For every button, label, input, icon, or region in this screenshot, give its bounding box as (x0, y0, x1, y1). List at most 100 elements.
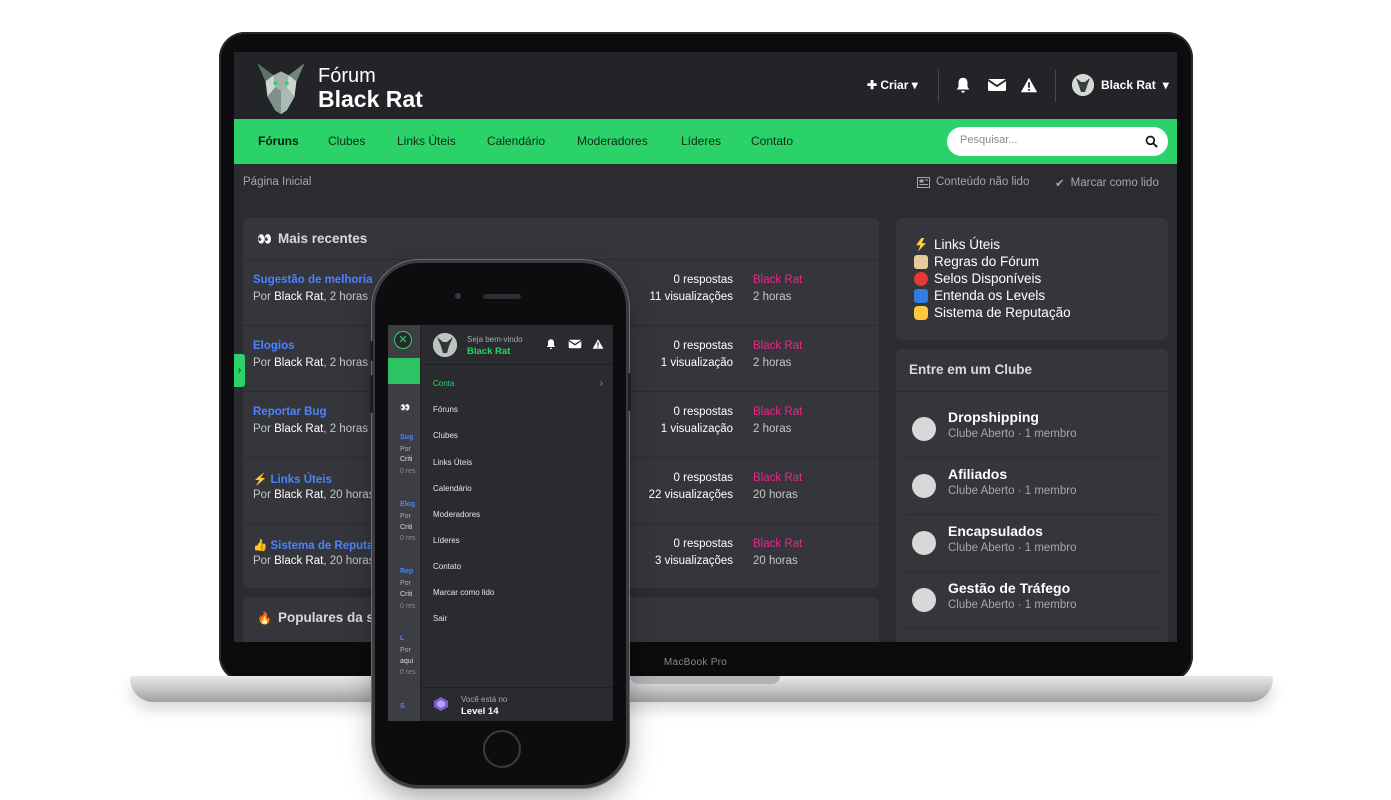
scroll-icon (914, 254, 928, 269)
background-fragment: 0 res (400, 669, 416, 676)
club-item[interactable]: Afiliados Clube Aberto · 1 membro (906, 458, 1158, 515)
breadcrumb[interactable]: Página Inicial (243, 176, 311, 188)
thumbs-up-icon (914, 305, 928, 320)
no-entry-icon (914, 271, 928, 286)
drawer-item-marcar-lido[interactable]: Marcar como lido (433, 588, 494, 597)
unread-content-link[interactable]: Conteúdo não lido (917, 176, 1029, 188)
sidebar-link[interactable]: Regras do Fórum (914, 253, 1168, 270)
bell-icon[interactable] (545, 338, 557, 350)
search-input[interactable] (960, 134, 1130, 146)
last-post-time: 2 horas (753, 357, 792, 369)
fire-icon: 🔥 (257, 610, 272, 625)
sidebar-link[interactable]: Entenda os Levels (914, 287, 1168, 304)
warning-icon[interactable] (592, 338, 604, 350)
newspaper-icon (917, 176, 930, 188)
topic-title[interactable]: Elogios (253, 340, 295, 352)
last-poster[interactable]: Black Rat (753, 472, 802, 484)
close-icon[interactable]: ✕ (394, 331, 412, 349)
nav-item-clubes[interactable]: Clubes (328, 134, 365, 148)
last-poster[interactable]: Black Rat (753, 274, 802, 286)
caret-down-icon: ▾ (1162, 78, 1169, 92)
topic-author: Black Rat (274, 489, 324, 501)
sidebar-link[interactable]: Selos Disponíveis (914, 270, 1168, 287)
nav-item-foruns[interactable]: Fóruns (258, 134, 299, 148)
club-name[interactable]: Afiliados (948, 466, 1007, 482)
user-menu[interactable]: Black Rat ▾ (1072, 74, 1169, 96)
club-name[interactable]: Gestão de Tráfego (948, 580, 1070, 596)
topic-title[interactable]: Sugestão de melhoria (253, 274, 373, 286)
club-desc: Clube Aberto · 1 membro (948, 428, 1077, 440)
nav-item-moderadores[interactable]: Moderadores (577, 134, 648, 148)
drawer-item-moderadores[interactable]: Moderadores (433, 510, 480, 519)
envelope-icon[interactable] (987, 76, 1007, 94)
drawer-item-lideres[interactable]: Líderes (433, 536, 460, 545)
laptop-brand-label: MacBook Pro (663, 657, 728, 668)
last-post-time: 20 horas (753, 555, 798, 567)
mark-read-link[interactable]: ✔ Marcar como lido (1055, 176, 1159, 190)
topic-author: Black Rat (274, 357, 324, 369)
club-item[interactable]: Gestão de Tráfego Clube Aberto · 1 membr… (906, 572, 1158, 629)
username: Black Rat (1101, 78, 1156, 92)
recent-title: Mais recentes (277, 231, 368, 246)
topic-author: Black Rat (274, 423, 324, 435)
site-logo[interactable]: Fórum Black Rat (318, 66, 423, 111)
phone-speaker (483, 294, 521, 299)
level-prefix: Você está no (461, 695, 508, 704)
sidebar-link[interactable]: Links Úteis (914, 236, 1168, 253)
topic-title[interactable]: ⚡ Links Úteis (253, 472, 332, 486)
drawer-item-calendario[interactable]: Calendário (433, 484, 472, 493)
side-toggle-button[interactable]: › (234, 354, 245, 387)
drawer-header: Seja bem-vindo Black Rat (421, 325, 613, 365)
drawer-item-contato[interactable]: Contato (433, 562, 461, 571)
topic-title[interactable]: Reportar Bug (253, 406, 326, 418)
drawer-item-foruns[interactable]: Fóruns (433, 405, 458, 414)
last-poster[interactable]: Black Rat (753, 538, 802, 550)
background-fragment: Criti (400, 456, 413, 463)
last-poster[interactable]: Black Rat (753, 340, 802, 352)
last-poster[interactable]: Black Rat (753, 406, 802, 418)
drawer-item-sair[interactable]: Sair (433, 614, 447, 623)
club-item[interactable]: Dropshipping Clube Aberto · 1 membro (906, 401, 1158, 458)
club-avatar (912, 588, 936, 612)
popular-title: Populares da s (277, 610, 374, 625)
background-fragment: 0 res (400, 468, 416, 475)
drawer-item-conta[interactable]: Conta (433, 379, 454, 388)
envelope-icon[interactable] (568, 338, 582, 350)
club-name[interactable]: Encapsulados (948, 523, 1043, 539)
home-button[interactable] (483, 730, 521, 768)
create-button[interactable]: ✚ Criar ▾ (867, 78, 918, 92)
last-post-time: 20 horas (753, 489, 798, 501)
club-item[interactable]: Encapsulados Clube Aberto · 1 membro (906, 515, 1158, 572)
drawer-item-clubes[interactable]: Clubes (433, 431, 458, 440)
topic-author: Black Rat (274, 291, 324, 303)
view-count: 3 visualizações (655, 555, 733, 567)
phone-nav-strip (388, 358, 420, 384)
drawer-item-links-uteis[interactable]: Links Úteis (433, 458, 472, 467)
lightning-icon: ⚡ (253, 474, 271, 486)
level-footer: Você está no Level 14 (421, 687, 613, 721)
chevron-right-icon: › (599, 378, 603, 389)
club-name[interactable]: Dropshipping (948, 409, 1039, 425)
topic-title[interactable]: 👍 Sistema de Reputa (253, 538, 373, 552)
club-avatar (912, 417, 936, 441)
search-icon[interactable] (1145, 135, 1158, 148)
nav-item-links-uteis[interactable]: Links Úteis (397, 134, 456, 148)
topic-meta: Por Black Rat, 20 horas (253, 555, 375, 567)
clubs-title: Entre em um Clube (909, 362, 1033, 377)
topic-meta: Por Black Rat, 2 horas (253, 291, 369, 303)
background-fragment: 0 res (400, 535, 416, 542)
club-desc: Clube Aberto · 1 membro (948, 542, 1077, 554)
avatar (433, 333, 457, 357)
mark-read-label: Marcar como lido (1070, 177, 1159, 189)
topic-meta: Por Black Rat, 2 horas (253, 357, 369, 369)
sidebar-link[interactable]: Sistema de Reputação (914, 304, 1168, 321)
club-avatar (912, 474, 936, 498)
nav-item-lideres[interactable]: Líderes (681, 134, 721, 148)
bell-icon[interactable] (954, 76, 972, 94)
background-fragment: Criti (400, 524, 413, 531)
rat-logo-icon[interactable] (252, 58, 310, 116)
nav-item-calendario[interactable]: Calendário (487, 134, 545, 148)
nav-item-contato[interactable]: Contato (751, 134, 793, 148)
drawer-username[interactable]: Black Rat (467, 346, 510, 357)
warning-icon[interactable] (1020, 76, 1038, 94)
